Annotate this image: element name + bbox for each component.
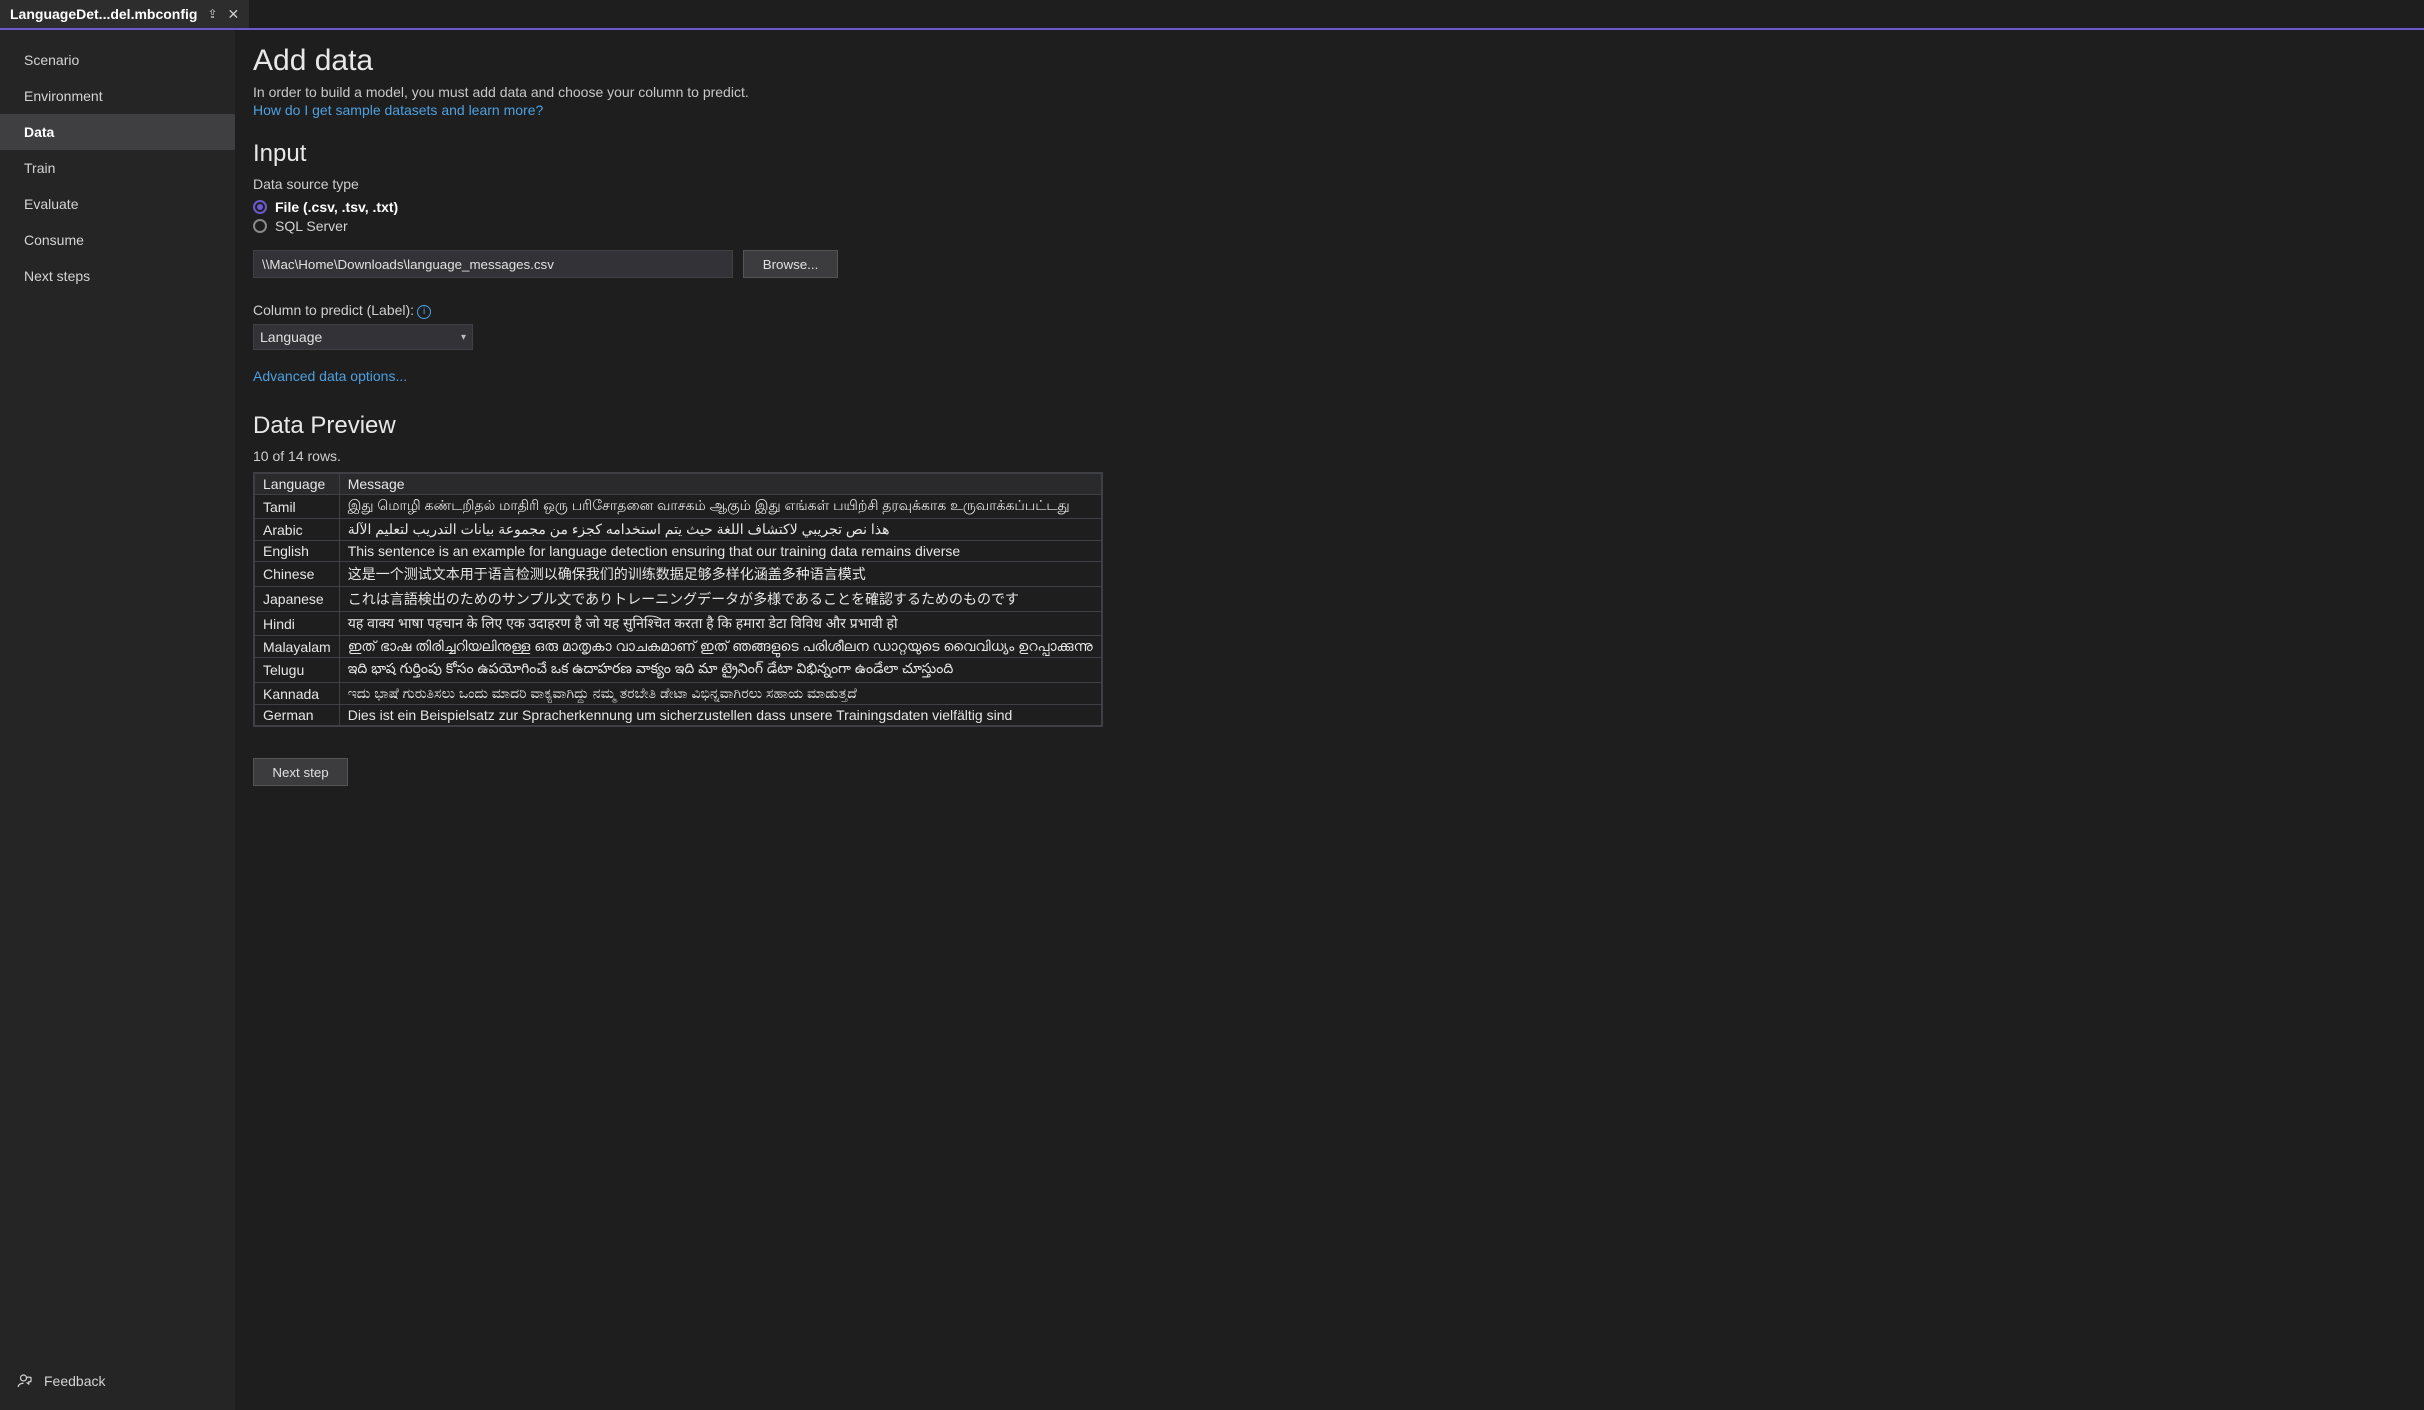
- cell-language: Telugu: [255, 658, 340, 683]
- row-count: 10 of 14 rows.: [253, 448, 2384, 464]
- cell-message: இது மொழி கண்டறிதல் மாதிரி ஒரு பரிசோதனை வ…: [339, 495, 1101, 519]
- file-path-input[interactable]: [253, 250, 733, 278]
- cell-message: ಇದು ಭಾಷೆ ಗುರುತಿಸಲು ಒಂದು ಮಾದರಿ ವಾಕ್ಯವಾಗಿದ…: [339, 683, 1101, 705]
- cell-message: Dies ist ein Beispielsatz zur Spracherke…: [339, 705, 1101, 726]
- col-header-message[interactable]: Message: [339, 474, 1101, 495]
- cell-language: Japanese: [255, 587, 340, 612]
- input-heading: Input: [253, 140, 2384, 168]
- cell-language: Chinese: [255, 562, 340, 587]
- radio-sql-label: SQL Server: [275, 218, 348, 234]
- col-header-language[interactable]: Language: [255, 474, 340, 495]
- pin-icon[interactable]: ⇪: [207, 7, 217, 21]
- cell-language: German: [255, 705, 340, 726]
- table-row[interactable]: Tamilஇது மொழி கண்டறிதல் மாதிரி ஒரு பரிசோ…: [255, 495, 1102, 519]
- cell-language: Kannada: [255, 683, 340, 705]
- cell-message: ఇది భాష గుర్తింపు కోసం ఉపయోగించే ఒక ఉదాహ…: [339, 658, 1101, 683]
- help-link[interactable]: How do I get sample datasets and learn m…: [253, 102, 2384, 118]
- table-row[interactable]: Teluguఇది భాష గుర్తింపు కోసం ఉపయోగించే ఒ…: [255, 658, 1102, 683]
- cell-language: Malayalam: [255, 636, 340, 658]
- page-title: Add data: [253, 44, 2384, 78]
- radio-sql[interactable]: SQL Server: [253, 218, 2384, 234]
- radio-indicator: [253, 200, 267, 214]
- radio-file[interactable]: File (.csv, .tsv, .txt): [253, 199, 2384, 215]
- radio-indicator: [253, 219, 267, 233]
- cell-message: 这是一个测试文本用于语言检测以确保我们的训练数据足够多样化涵盖多种语言模式: [339, 562, 1101, 587]
- cell-language: Hindi: [255, 612, 340, 636]
- feedback-label: Feedback: [44, 1373, 105, 1389]
- sidebar-item-next-steps[interactable]: Next steps: [0, 258, 235, 294]
- column-label: Column to predict (Label):: [253, 302, 414, 318]
- cell-language: English: [255, 541, 340, 562]
- sidebar-item-evaluate[interactable]: Evaluate: [0, 186, 235, 222]
- feedback-button[interactable]: Feedback: [0, 1358, 235, 1410]
- data-preview-table: Language Message Tamilஇது மொழி கண்டறிதல்…: [253, 472, 1103, 727]
- document-tab[interactable]: LanguageDet...del.mbconfig ⇪ ✕: [0, 0, 249, 28]
- table-row[interactable]: Arabicهذا نص تجريبي لاكتشاف اللغة حيث يت…: [255, 519, 1102, 541]
- table-row[interactable]: Hindiयह वाक्य भाषा पहचान के लिए एक उदाहर…: [255, 612, 1102, 636]
- cell-message: これは言語検出のためのサンプル文でありトレーニングデータが多様であることを確認す…: [339, 587, 1101, 612]
- table-row[interactable]: Chinese这是一个测试文本用于语言检测以确保我们的训练数据足够多样化涵盖多种…: [255, 562, 1102, 587]
- table-row[interactable]: Japaneseこれは言語検出のためのサンプル文でありトレーニングデータが多様で…: [255, 587, 1102, 612]
- sidebar: ScenarioEnvironmentDataTrainEvaluateCons…: [0, 30, 235, 1410]
- cell-language: Arabic: [255, 519, 340, 541]
- browse-button[interactable]: Browse...: [743, 250, 838, 278]
- titlebar: LanguageDet...del.mbconfig ⇪ ✕: [0, 0, 2424, 30]
- table-row[interactable]: Kannadaಇದು ಭಾಷೆ ಗುರುತಿಸಲು ಒಂದು ಮಾದರಿ ವಾಕ…: [255, 683, 1102, 705]
- close-icon[interactable]: ✕: [228, 6, 240, 23]
- cell-language: Tamil: [255, 495, 340, 519]
- column-selected-value: Language: [260, 329, 322, 345]
- tab-title: LanguageDet...del.mbconfig: [10, 6, 197, 22]
- chevron-down-icon: ▾: [461, 332, 466, 343]
- content-area: Add data In order to build a model, you …: [235, 30, 2424, 1410]
- page-subtitle: In order to build a model, you must add …: [253, 84, 2384, 100]
- cell-message: ഇത് ഭാഷ തിരിച്ചറിയലിനുള്ള ഒരു മാതൃകാ വാച…: [339, 636, 1101, 658]
- cell-message: هذا نص تجريبي لاكتشاف اللغة حيث يتم استخ…: [339, 519, 1101, 541]
- table-row[interactable]: GermanDies ist ein Beispielsatz zur Spra…: [255, 705, 1102, 726]
- advanced-options-link[interactable]: Advanced data options...: [253, 368, 407, 384]
- sidebar-item-data[interactable]: Data: [0, 114, 235, 150]
- radio-file-label: File (.csv, .tsv, .txt): [275, 199, 398, 215]
- sidebar-item-train[interactable]: Train: [0, 150, 235, 186]
- table-row[interactable]: EnglishThis sentence is an example for l…: [255, 541, 1102, 562]
- sidebar-item-environment[interactable]: Environment: [0, 78, 235, 114]
- info-icon[interactable]: i: [417, 305, 431, 319]
- feedback-icon: [16, 1372, 34, 1390]
- sidebar-item-scenario[interactable]: Scenario: [0, 42, 235, 78]
- cell-message: यह वाक्य भाषा पहचान के लिए एक उदाहरण है …: [339, 612, 1101, 636]
- workspace: ScenarioEnvironmentDataTrainEvaluateCons…: [0, 30, 2424, 1410]
- cell-message: This sentence is an example for language…: [339, 541, 1101, 562]
- data-source-label: Data source type: [253, 176, 359, 192]
- next-step-button[interactable]: Next step: [253, 758, 348, 786]
- sidebar-item-consume[interactable]: Consume: [0, 222, 235, 258]
- column-select[interactable]: Language ▾: [253, 324, 473, 350]
- table-row[interactable]: Malayalamഇത് ഭാഷ തിരിച്ചറിയലിനുള്ള ഒരു മ…: [255, 636, 1102, 658]
- preview-heading: Data Preview: [253, 412, 2384, 440]
